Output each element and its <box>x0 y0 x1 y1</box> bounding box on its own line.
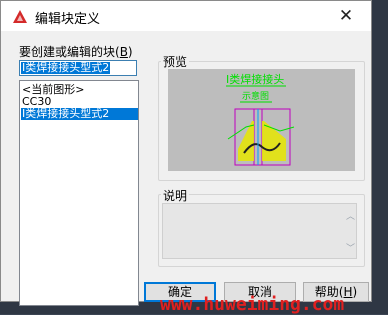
close-icon: ✕ <box>338 6 354 26</box>
block-list[interactable]: <当前图形> CC30 I类焊接接头型式2 <box>19 80 139 306</box>
edit-block-definition-dialog: 编辑块定义 ✕ 要创建或编辑的块(B) I类焊接接头型式2 <当前图形> CC3… <box>0 0 372 306</box>
description-field[interactable] <box>162 203 357 259</box>
autocad-a-icon <box>13 10 27 23</box>
block-name-label-close: ) <box>127 45 133 59</box>
desktop-background-right <box>372 0 388 314</box>
block-name-label-hotkey: B <box>119 45 128 59</box>
list-item-selected[interactable]: I类焊接接头型式2 <box>21 108 138 120</box>
preview-label: 预览 <box>161 53 190 70</box>
help-button-hotkey: H <box>343 285 353 299</box>
watermark: www.huweiming.com <box>160 294 345 315</box>
weld-plate-right <box>262 121 286 161</box>
chevron-down-icon[interactable]: ﹀ <box>346 241 355 254</box>
title-bar[interactable]: 编辑块定义 ✕ <box>1 1 371 31</box>
preview-image: I类焊接接头 示意图 <box>168 69 355 171</box>
drawing-subtitle: 示意图 <box>242 90 269 102</box>
dialog-title: 编辑块定义 <box>35 12 101 27</box>
help-button-label-close: ) <box>352 285 358 299</box>
close-button[interactable]: ✕ <box>331 5 361 27</box>
block-name-value: I类焊接接头型式2 <box>21 61 111 74</box>
block-name-label: 要创建或编辑的块(B) <box>19 43 133 60</box>
description-label: 说明 <box>161 187 190 204</box>
chevron-up-icon[interactable]: ︿ <box>346 209 355 222</box>
weld-joint-drawing: I类焊接接头 示意图 <box>226 72 295 166</box>
block-name-label-text: 要创建或编辑的块( <box>19 45 120 59</box>
block-name-input[interactable]: I类焊接接头型式2 <box>19 60 137 76</box>
drawing-title: I类焊接接头 <box>226 72 284 86</box>
